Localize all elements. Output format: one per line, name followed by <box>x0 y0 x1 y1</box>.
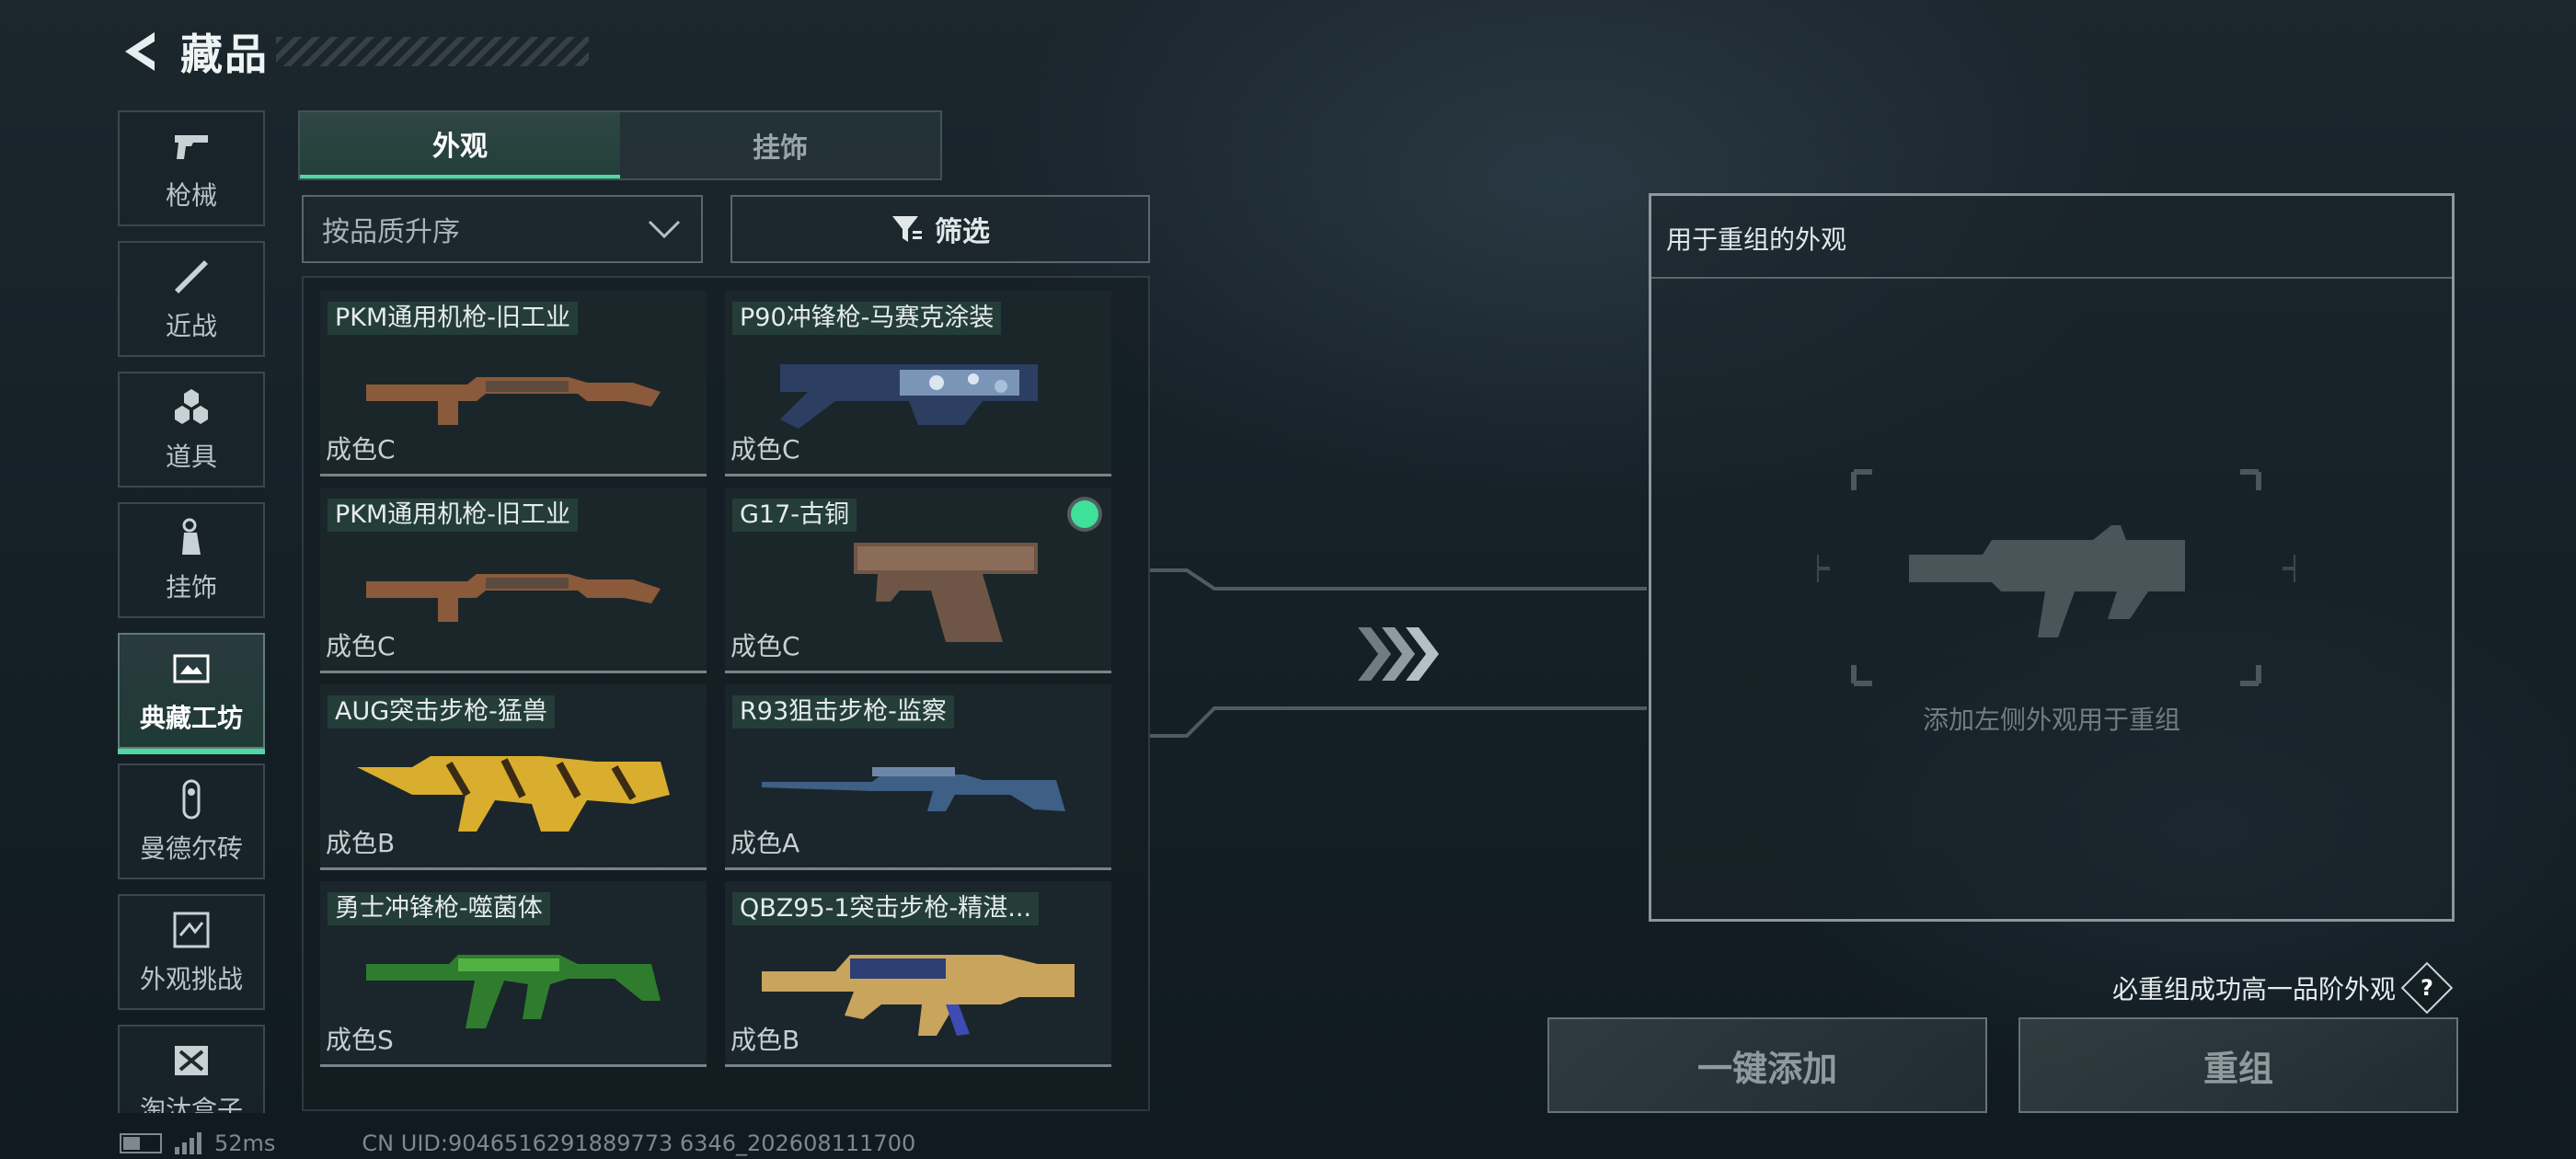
guarantee-text: 必重组成功高一品阶外观 <box>2112 974 2397 1004</box>
help-icon[interactable]: ? <box>2400 961 2454 1015</box>
filter-button[interactable]: 筛选 <box>730 195 1150 263</box>
selected-indicator <box>1071 500 1098 528</box>
smg-gun-icon <box>366 955 661 1028</box>
page-title: 藏品 <box>180 29 269 79</box>
category-guns[interactable]: 枪械 <box>118 110 265 226</box>
category-challenge[interactable]: 外观挑战 <box>118 894 265 1010</box>
category-label: 曼德尔砖 <box>139 833 243 864</box>
skin-grade: 成色A <box>730 828 800 858</box>
header: 藏品 <box>118 24 269 79</box>
category-label: 道具 <box>165 442 217 472</box>
skin-card[interactable]: R93狙击步枪-监察 成色A <box>725 684 1111 870</box>
category-label: 近战 <box>165 311 217 341</box>
category-workshop[interactable]: 典藏工坊 <box>118 633 265 754</box>
recombine-button[interactable]: 重组 <box>2018 1017 2458 1113</box>
mandel-brick-icon <box>182 779 201 820</box>
category-label: 外观挑战 <box>139 964 243 994</box>
divider <box>1651 277 2452 279</box>
pkm-gun-icon <box>366 377 661 425</box>
challenge-icon <box>173 912 210 948</box>
back-arrow-icon[interactable] <box>118 27 164 76</box>
g17-pistol-icon <box>854 543 1038 642</box>
recombine-panel-title: 用于重组的外观 <box>1666 224 1847 255</box>
pistol-icon <box>175 135 208 159</box>
filter-label: 筛选 <box>935 216 990 248</box>
skin-grade: 成色B <box>326 828 396 858</box>
items-icon <box>175 389 208 424</box>
qbz-gun-icon <box>762 955 1075 1036</box>
sort-value: 按品质升序 <box>322 216 460 248</box>
signal-icon <box>175 1132 201 1154</box>
p90-gun-icon <box>780 364 1038 429</box>
skin-grade: 成色C <box>730 434 800 465</box>
box-icon <box>175 1046 208 1075</box>
category-nav: 枪械 近战 道具 挂饰 典藏工坊 曼德尔砖 外观挑战 淘汰盒子 <box>118 110 265 1113</box>
category-label: 典藏工坊 <box>139 703 243 733</box>
status-bar: 52ms CN UID:9046516291889773 6346_202608… <box>120 1130 915 1157</box>
tab-appearance[interactable]: 外观 <box>300 112 620 178</box>
skin-card[interactable]: 勇士冲锋枪-噬菌体 成色S <box>320 881 707 1067</box>
skin-name: R93狙击步枪-监察 <box>732 695 954 729</box>
skin-name: PKM通用机枪-旧工业 <box>328 499 579 532</box>
ping-value: 52ms <box>214 1130 276 1156</box>
filter-icon <box>892 216 922 242</box>
skin-card[interactable]: AUG突击步枪-猛兽 成色B <box>320 684 707 870</box>
add-all-button[interactable]: 一键添加 <box>1547 1017 1987 1113</box>
placeholder-rifle-icon <box>1817 469 2295 686</box>
pkm-gun-icon <box>366 574 661 622</box>
skin-name: G17-古铜 <box>732 499 857 532</box>
skin-name: AUG突击步枪-猛兽 <box>328 695 555 729</box>
skin-name: 勇士冲锋枪-噬菌体 <box>328 892 550 925</box>
category-charms[interactable]: 挂饰 <box>118 502 265 618</box>
aug-gun-icon <box>357 756 670 832</box>
skin-card[interactable]: PKM通用机枪-旧工业 成色C <box>320 488 707 673</box>
skin-card[interactable]: P90冲锋枪-马赛克涂装 成色C <box>725 291 1111 476</box>
chevron-down-icon <box>648 220 681 239</box>
knife-icon <box>175 260 208 293</box>
category-label: 淘汰盒子 <box>139 1095 243 1113</box>
forward-chevrons-icon <box>1358 627 1439 681</box>
user-uid: CN UID:9046516291889773 6346_20260811170… <box>362 1130 916 1156</box>
skin-card-selected[interactable]: G17-古铜 成色C <box>725 488 1111 673</box>
workshop-icon <box>173 654 210 683</box>
tab-charms[interactable]: 挂饰 <box>620 112 940 178</box>
skin-name: PKM通用机枪-旧工业 <box>328 302 579 335</box>
header-decoration <box>276 37 589 66</box>
category-melee[interactable]: 近战 <box>118 241 265 357</box>
skin-grid: PKM通用机枪-旧工业 成色C P90冲锋枪-马赛克涂装 成色C PKM通用机枪… <box>302 276 1150 1111</box>
category-items[interactable]: 道具 <box>118 372 265 488</box>
skin-grade: 成色C <box>730 631 800 661</box>
sort-dropdown[interactable]: 按品质升序 <box>302 195 703 263</box>
skin-grade: 成色B <box>730 1025 800 1055</box>
charm-icon <box>182 518 201 555</box>
skin-name: P90冲锋枪-马赛克涂装 <box>732 302 1002 335</box>
category-label: 枪械 <box>165 180 217 211</box>
r93-gun-icon <box>762 767 1065 811</box>
tab-bar: 外观 挂饰 <box>298 110 942 180</box>
battery-icon <box>120 1133 162 1153</box>
category-mandel-brick[interactable]: 曼德尔砖 <box>118 763 265 879</box>
recombine-hint: 添加左侧外观用于重组 <box>1922 705 2180 735</box>
skin-card[interactable]: QBZ95-1突击步枪-精湛... 成色B <box>725 881 1111 1067</box>
skin-grade: 成色S <box>326 1025 394 1055</box>
guarantee-info: 必重组成功高一品阶外观 ? <box>2112 961 2454 1015</box>
skin-grade: 成色C <box>326 631 396 661</box>
skin-grade: 成色C <box>326 434 396 465</box>
category-label: 挂饰 <box>165 572 217 602</box>
category-box[interactable]: 淘汰盒子 <box>118 1025 265 1113</box>
recombine-panel[interactable]: 用于重组的外观 添加左侧外观用于重组 <box>1649 193 2455 922</box>
skin-card[interactable]: PKM通用机枪-旧工业 成色C <box>320 291 707 476</box>
skin-name: QBZ95-1突击步枪-精湛... <box>732 892 1040 925</box>
